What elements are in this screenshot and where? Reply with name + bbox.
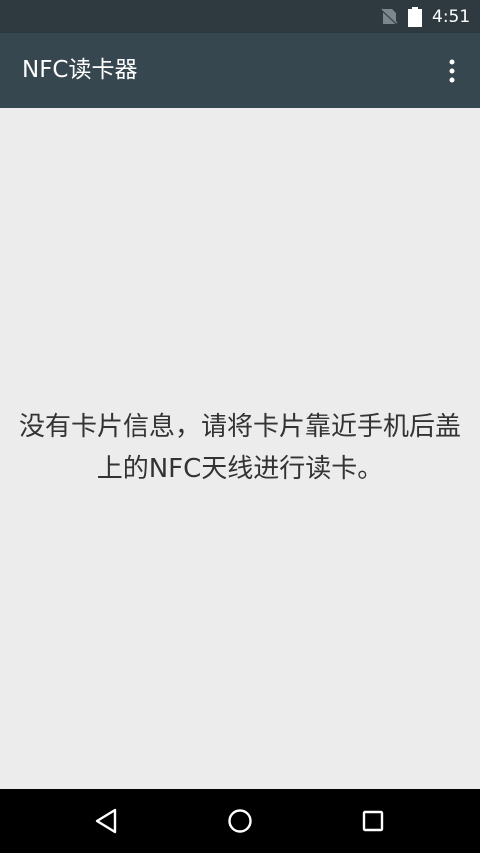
status-bar: 4:51	[0, 0, 480, 33]
main-content: 没有卡片信息，请将卡片靠近手机后盖上的NFC天线进行读卡。	[0, 108, 480, 789]
status-time: 4:51	[432, 7, 471, 27]
back-button[interactable]	[88, 803, 124, 839]
more-vert-icon	[449, 59, 455, 83]
recents-icon	[362, 810, 384, 832]
empty-state-message: 没有卡片信息，请将卡片靠近手机后盖上的NFC天线进行读卡。	[18, 412, 461, 484]
battery-icon	[408, 7, 422, 27]
no-sim-icon	[381, 8, 398, 25]
back-icon	[95, 808, 117, 834]
overflow-menu-button[interactable]	[432, 51, 472, 91]
app-bar: NFC读卡器	[0, 33, 480, 108]
recents-button[interactable]	[355, 803, 391, 839]
home-icon	[228, 809, 252, 833]
navigation-bar	[0, 789, 480, 853]
home-button[interactable]	[222, 803, 258, 839]
app-title: NFC读卡器	[22, 57, 138, 83]
